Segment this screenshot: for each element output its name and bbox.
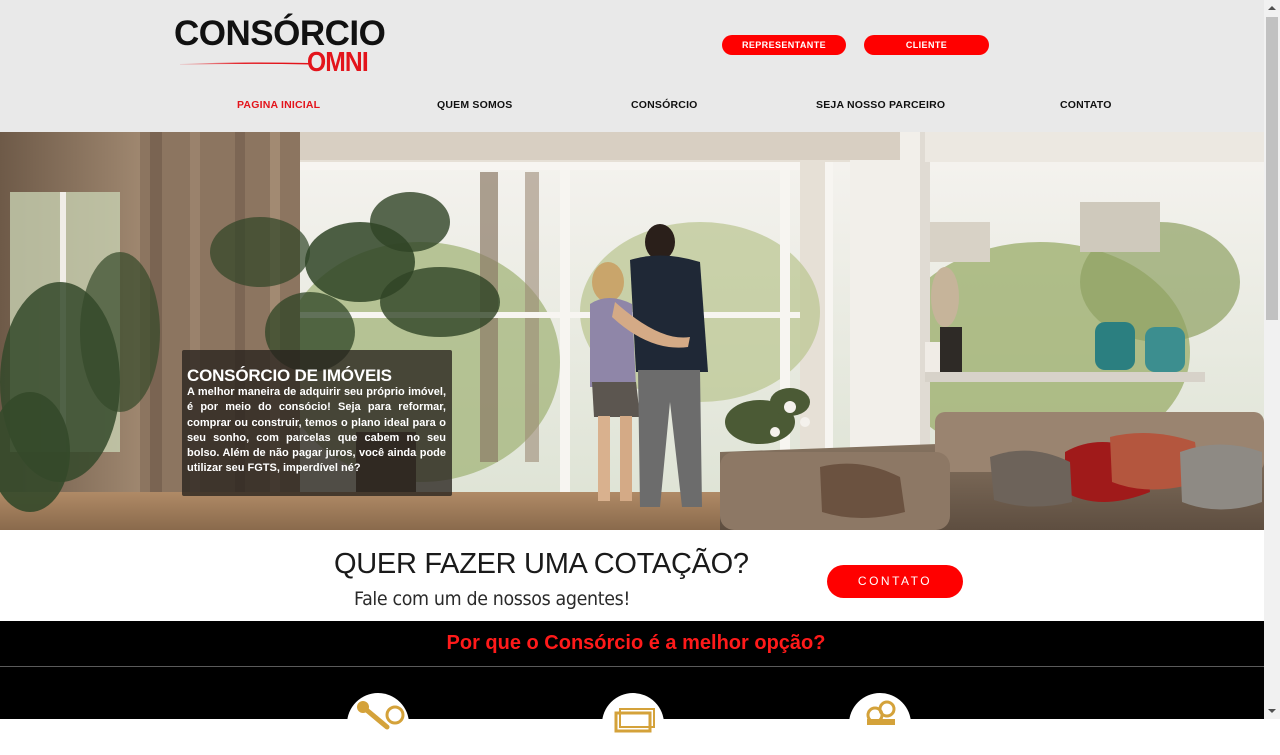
hero-title: CONSÓRCIO DE IMÓVEIS: [187, 366, 392, 385]
money-bill-icon: [602, 693, 664, 755]
main-nav: PAGINA INICIAL QUEM SOMOS CONSÓRCIO SEJA…: [0, 99, 1264, 115]
consorcio-omni-logo[interactable]: CONSÓRCIO OMNI: [174, 14, 386, 80]
scroll-up-arrow-icon[interactable]: [1264, 0, 1280, 16]
hero-banner: CONSÓRCIO DE IMÓVEIS A melhor maneira de…: [0, 132, 1264, 530]
quote-subtitle: Fale com um de nossos agentes!: [354, 588, 630, 610]
coins-icon: [849, 693, 911, 755]
cliente-button[interactable]: CLIENTE: [864, 35, 989, 55]
nav-item-pagina-inicial[interactable]: PAGINA INICIAL: [237, 99, 320, 111]
nav-item-quem-somos[interactable]: QUEM SOMOS: [437, 99, 513, 111]
why-title: Por que o Consórcio é a melhor opção?: [446, 632, 826, 654]
nav-item-contato[interactable]: CONTATO: [1060, 99, 1112, 111]
section-divider: [0, 666, 1264, 667]
scrollbar-thumb[interactable]: [1266, 17, 1278, 320]
logo-wordmark-bottom: OMNI: [307, 46, 369, 77]
hero-description: A melhor maneira de adquirir seu próprio…: [187, 386, 446, 475]
quote-section: QUER FAZER UMA COTAÇÃO? Fale com um de n…: [0, 530, 1264, 621]
page-scrollbar[interactable]: [1264, 0, 1280, 719]
why-consorcio-section: Por que o Consórcio é a melhor opção?: [0, 621, 1264, 755]
keys-icon: [347, 693, 409, 755]
nav-item-consorcio[interactable]: CONSÓRCIO: [631, 99, 698, 111]
contato-button[interactable]: CONTATO: [827, 565, 963, 598]
quote-title: QUER FAZER UMA COTAÇÃO?: [334, 548, 749, 580]
nav-item-seja-nosso-parceiro[interactable]: SEJA NOSSO PARCEIRO: [816, 99, 945, 111]
hero-info-card: CONSÓRCIO DE IMÓVEIS A melhor maneira de…: [182, 350, 452, 496]
scroll-down-arrow-icon[interactable]: [1264, 703, 1280, 719]
site-header: CONSÓRCIO OMNI REPRESENTANTE CLIENTE PAG…: [0, 0, 1264, 132]
representante-button[interactable]: REPRESENTANTE: [722, 35, 846, 55]
logo-swoosh-icon: [180, 62, 310, 65]
